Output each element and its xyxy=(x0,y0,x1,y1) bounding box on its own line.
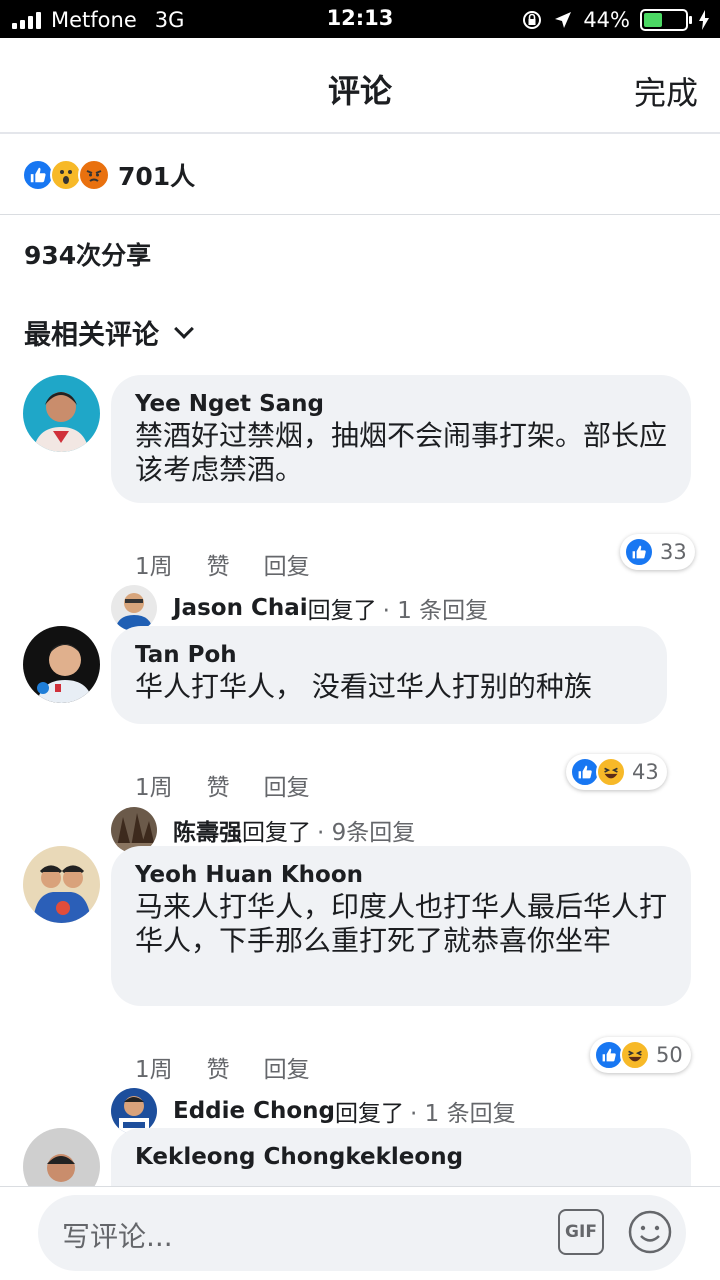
reply-count: · 9条回复 xyxy=(317,820,416,846)
battery-percent: 44% xyxy=(583,8,630,32)
reply-count: · 1 条回复 xyxy=(382,598,489,624)
like-button[interactable]: 赞 xyxy=(207,547,230,581)
comment-reactions[interactable]: 43 xyxy=(566,754,667,790)
reaction-count: 33 xyxy=(660,540,687,564)
reaction-count: 50 xyxy=(656,1043,683,1067)
reply-suffix: 回复了 xyxy=(307,598,377,624)
reply-author: Eddie Chong xyxy=(173,1098,336,1124)
comments-sheet: 评论 完成 701人 934次分享 最相关评论 Yee Nget Sang 禁酒… xyxy=(0,38,720,1280)
comment-reactions[interactable]: 50 xyxy=(590,1037,691,1073)
comment-bubble[interactable]: Kekleong Chongkekleong xyxy=(111,1128,691,1186)
location-arrow-icon xyxy=(555,12,572,28)
reply-author: 陈壽强 xyxy=(173,820,242,846)
comment-time: 1周 xyxy=(135,554,173,580)
haha-icon xyxy=(596,757,626,787)
comment-author[interactable]: Yeoh Huan Khoon xyxy=(135,860,667,890)
like-button[interactable]: 赞 xyxy=(207,768,230,802)
comment-bubble[interactable]: Yee Nget Sang 禁酒好过禁烟，抽烟不会闹事打架。部长应该考虑禁酒。 xyxy=(111,375,691,503)
orientation-lock-icon xyxy=(523,11,542,29)
nav-bar: 评论 完成 xyxy=(0,38,720,134)
avatar xyxy=(111,585,157,631)
sort-dropdown[interactable]: 最相关评论 xyxy=(24,313,194,352)
comment-author[interactable]: Yee Nget Sang xyxy=(135,389,667,419)
reaction-count: 43 xyxy=(632,760,659,784)
status-bar: Metfone 3G 12:13 44% xyxy=(0,0,720,38)
comment-input[interactable]: 写评论... GIF xyxy=(38,1195,686,1271)
comment-bubble[interactable]: Tan Poh 华人打华人， 没看过华人打别的种族 xyxy=(111,626,667,724)
sort-label: 最相关评论 xyxy=(24,320,159,351)
reply-preview[interactable]: Jason Chai 回复了 · 1 条回复 xyxy=(111,585,488,631)
chevron-down-icon xyxy=(174,318,194,339)
shares-count[interactable]: 934次分享 xyxy=(24,236,151,272)
charging-bolt-icon xyxy=(699,10,709,30)
gif-button[interactable]: GIF xyxy=(558,1209,604,1255)
comment-item: Kekleong Chongkekleong xyxy=(0,1128,720,1186)
emoji-icon[interactable] xyxy=(627,1209,673,1255)
angry-icon xyxy=(78,159,110,191)
like-button[interactable]: 赞 xyxy=(207,1050,230,1084)
like-icon xyxy=(624,537,654,567)
comment-author[interactable]: Tan Poh xyxy=(135,640,643,670)
reply-button[interactable]: 回复 xyxy=(264,1050,310,1084)
comment-input-placeholder: 写评论... xyxy=(62,1220,173,1253)
reply-count: · 1 条回复 xyxy=(410,1101,516,1127)
comment-bubble[interactable]: Yeoh Huan Khoon 马来人打华人，印度人也打华人最后华人打华人，下手… xyxy=(111,846,691,1006)
reply-button[interactable]: 回复 xyxy=(264,768,310,802)
reactions-count: 701人 xyxy=(118,162,196,191)
comment-reactions[interactable]: 33 xyxy=(620,534,695,570)
comment-author[interactable]: Kekleong Chongkekleong xyxy=(135,1142,667,1172)
reply-suffix: 回复了 xyxy=(335,1101,405,1127)
done-button[interactable]: 完成 xyxy=(634,68,698,114)
page-title: 评论 xyxy=(327,72,392,110)
avatar[interactable] xyxy=(23,375,100,452)
reply-button[interactable]: 回复 xyxy=(264,547,310,581)
comment-time: 1周 xyxy=(135,1057,173,1083)
reply-author: Jason Chai xyxy=(173,595,308,621)
avatar[interactable] xyxy=(23,626,100,703)
comment-text: 马来人打华人，印度人也打华人最后华人打华人，下手那么重打死了就恭喜你坐牢 xyxy=(135,890,668,957)
comment-text: 禁酒好过禁烟，抽烟不会闹事打架。部长应该考虑禁酒。 xyxy=(135,419,668,486)
status-right: 44% xyxy=(521,6,710,34)
divider xyxy=(0,214,720,215)
comment-text: 华人打华人， 没看过华人打别的种族 xyxy=(135,670,592,703)
avatar[interactable] xyxy=(23,1128,100,1186)
comment-meta: 1周 赞 回复 xyxy=(135,547,310,581)
battery-level xyxy=(644,13,662,27)
avatar[interactable] xyxy=(23,846,100,923)
comment-time: 1周 xyxy=(135,775,173,801)
battery-icon xyxy=(640,9,692,31)
reply-suffix: 回复了 xyxy=(242,820,311,846)
comment-meta: 1周 赞 回复 xyxy=(135,1050,310,1084)
comment-meta: 1周 赞 回复 xyxy=(135,768,310,802)
reactions-summary[interactable]: 701人 xyxy=(22,155,195,195)
haha-icon xyxy=(620,1040,650,1070)
comment-composer: 写评论... GIF xyxy=(0,1186,720,1280)
gif-label: GIF xyxy=(565,1222,597,1242)
